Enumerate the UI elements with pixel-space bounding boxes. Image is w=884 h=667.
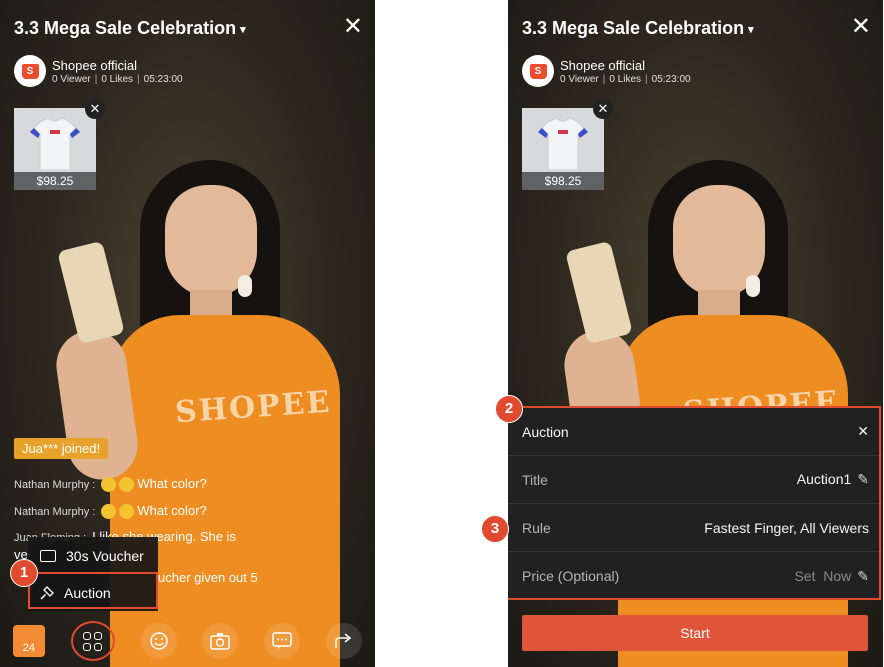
viewer-count: 0 Viewer — [560, 73, 599, 85]
step-badge-3: 3 — [481, 515, 509, 543]
smiley-icon — [149, 632, 168, 650]
shop-logo: S — [14, 55, 46, 87]
stream-duration: 05:23:00 — [651, 73, 691, 85]
more-tools-button[interactable] — [70, 621, 115, 661]
chat-message: Nathan Murphy : What color? — [14, 503, 207, 520]
smile-emoji-icon — [101, 477, 117, 493]
shop-info[interactable]: S Shopee official 0 Viewer | 0 Likes | 05:23… — [522, 55, 691, 87]
step-badge-1: 1 — [10, 559, 38, 587]
pinned-product-card[interactable]: $98.25 — [522, 108, 604, 190]
effects-button[interactable] — [140, 623, 177, 659]
rule-label: Rule — [522, 519, 551, 536]
stream-duration: 05:23:00 — [143, 73, 183, 85]
camera-icon — [210, 633, 231, 650]
step-badge-2: 2 — [495, 395, 523, 423]
product-price: $98.25 — [522, 172, 604, 190]
stream-stats: 0 Viewer | 0 Likes | 05:23:00 — [52, 73, 183, 85]
product-price: $98.25 — [14, 172, 96, 190]
pencil-icon[interactable]: ✎ — [857, 471, 869, 488]
comment-button[interactable] — [264, 623, 301, 659]
auction-panel: Auction ✕ Title Auction1 ✎ Rule Fastest F… — [508, 408, 883, 600]
title-label: Title — [522, 471, 548, 488]
like-count: 0 Likes — [101, 73, 134, 85]
chevron-down-icon[interactable]: ▾ — [748, 24, 754, 36]
auction-price-row[interactable]: Price (Optional) Set Now ✎ — [508, 552, 883, 600]
shopping-bag-button[interactable]: 24 — [12, 625, 45, 657]
chat-bubble-icon — [272, 632, 292, 649]
joined-notice: Jua*** joined! — [14, 438, 109, 459]
shop-name: Shopee official — [52, 57, 138, 73]
auction-title-value[interactable]: Auction1 — [797, 471, 851, 487]
tshirt-image — [538, 118, 588, 170]
like-count: 0 Likes — [609, 73, 642, 85]
smile-emoji-icon — [119, 477, 135, 493]
host-earring — [746, 275, 760, 297]
close-icon[interactable]: ✕ — [593, 99, 613, 119]
live-stream-screen-right: SHOPEE 3.3 Mega Sale Celebration▾ ✕ S Sh… — [508, 0, 883, 667]
auction-panel-header: Auction ✕ — [508, 408, 883, 456]
shop-info[interactable]: S Shopee official 0 Viewer | 0 Likes | 05:23… — [14, 55, 183, 87]
camera-switch-button[interactable] — [202, 623, 239, 659]
auction-highlight — [28, 572, 158, 609]
auction-rule-value[interactable]: Fastest Finger, All Viewers — [704, 520, 869, 536]
tshirt-image — [30, 118, 80, 170]
smile-emoji-icon — [119, 504, 135, 520]
host-earring — [238, 275, 252, 297]
shop-logo: S — [522, 55, 554, 87]
ticket-icon — [40, 549, 56, 562]
price-label: Price (Optional) — [522, 568, 620, 584]
viewer-count: 0 Viewer — [52, 73, 91, 85]
close-icon[interactable]: ✕ — [851, 14, 871, 40]
share-button[interactable] — [326, 623, 363, 659]
start-button[interactable]: Start — [522, 615, 868, 651]
close-icon[interactable]: ✕ — [857, 423, 869, 440]
close-icon[interactable]: ✕ — [343, 14, 363, 40]
shop-name: Shopee official — [560, 57, 646, 73]
grid-icon — [83, 631, 103, 651]
bottom-toolbar: 24 — [0, 615, 375, 667]
chat-message: ucher given out 5 — [158, 570, 258, 585]
shopee-bag-icon: S — [21, 63, 39, 79]
auction-panel-title: Auction — [522, 423, 569, 440]
smile-emoji-icon — [101, 504, 117, 520]
shopee-bag-icon: S — [529, 63, 547, 79]
close-icon[interactable]: ✕ — [85, 99, 105, 119]
chevron-down-icon[interactable]: ▾ — [240, 24, 246, 36]
menu-item-30s-voucher[interactable]: 30s Voucher — [28, 537, 158, 574]
stream-title[interactable]: 3.3 Mega Sale Celebration ▾ — [14, 18, 246, 39]
live-stream-screen-left: SHOPEE 3.3 Mega Sale Celebration ▾ ✕ S Sh… — [0, 0, 375, 667]
stream-stats: 0 Viewer | 0 Likes | 05:23:00 — [560, 73, 691, 85]
pinned-product-card[interactable]: $98.25 — [14, 108, 96, 190]
chat-message: Nathan Murphy : What color? — [14, 476, 207, 493]
price-placeholder[interactable]: Set Now — [794, 568, 851, 584]
auction-title-row[interactable]: Title Auction1 ✎ — [508, 456, 883, 504]
bag-count: 24 — [22, 642, 36, 654]
stream-title[interactable]: 3.3 Mega Sale Celebration ▾ — [522, 18, 754, 39]
share-icon — [335, 633, 352, 648]
held-phone — [57, 240, 125, 345]
auction-rule-row[interactable]: Rule Fastest Finger, All Viewers — [508, 504, 883, 552]
held-phone — [565, 240, 633, 345]
pencil-icon[interactable]: ✎ — [857, 568, 869, 585]
